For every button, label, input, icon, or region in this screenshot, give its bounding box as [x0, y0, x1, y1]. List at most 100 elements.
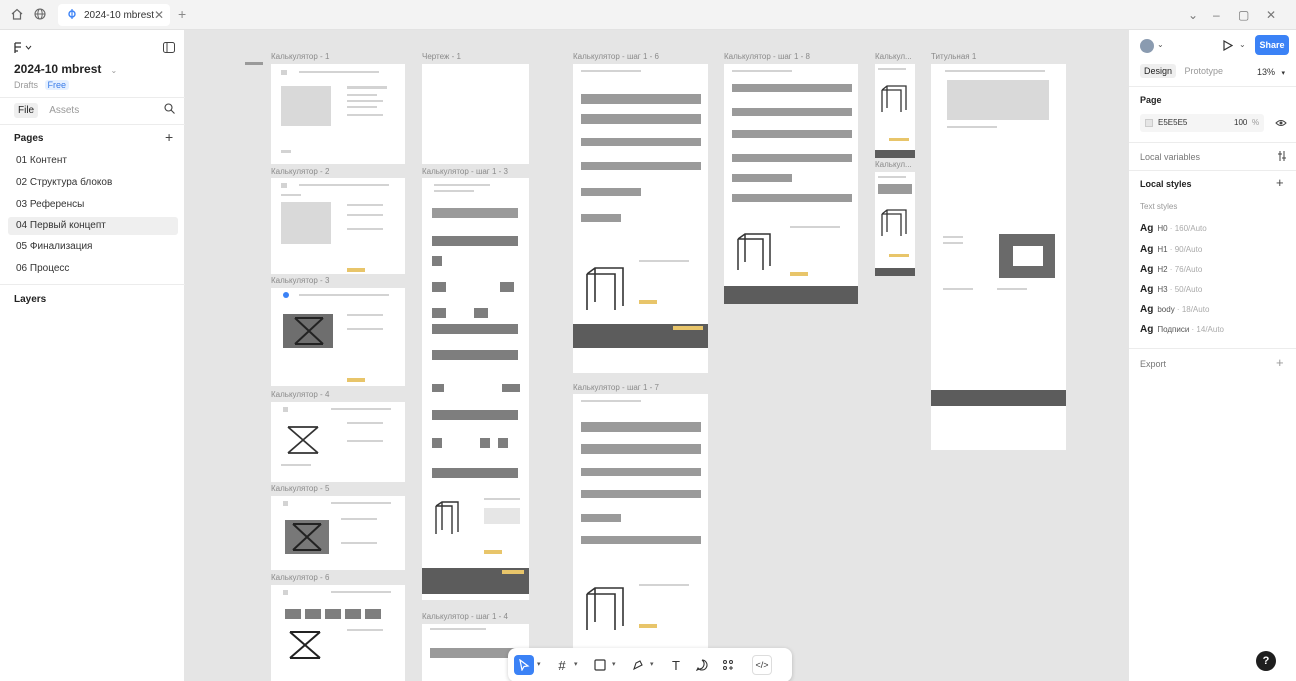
chevron-down-icon[interactable]: ⌄	[1239, 40, 1246, 49]
file-tab[interactable]: 2024-10 mbrest ✕	[58, 4, 170, 26]
tab-prototype[interactable]: Prototype	[1185, 66, 1224, 76]
shape-tool-icon[interactable]	[590, 655, 610, 675]
share-button[interactable]: Share	[1255, 35, 1289, 55]
minimize-icon[interactable]: –	[1213, 8, 1220, 22]
frame-label[interactable]: Калькулятор - 2	[271, 167, 329, 176]
text-style-item[interactable]: Ag H2 · 76/Auto	[1140, 264, 1202, 275]
pages-title: Pages	[14, 133, 44, 144]
page-item[interactable]: 06 Процесс	[8, 260, 178, 278]
frame-calc-6[interactable]	[271, 585, 405, 681]
page-color-value[interactable]: E5E5E5	[1158, 118, 1187, 127]
frame-calc-narrow-1[interactable]	[875, 64, 915, 158]
sliders-icon[interactable]	[1277, 150, 1287, 165]
frame-label[interactable]: Калькул...	[875, 160, 912, 169]
frame-label[interactable]: Калькулятор - шаг 1 - 3	[422, 167, 508, 176]
frame-calc-3[interactable]	[271, 288, 405, 386]
avatar[interactable]	[1140, 39, 1154, 53]
frame-calc-1[interactable]	[271, 64, 405, 164]
title-bar: 2024-10 mbrest ✕ + ⌄ – ▢ ✕	[0, 0, 1296, 30]
page-color-field[interactable]: E5E5E5 100 %	[1140, 114, 1264, 132]
zoom-select[interactable]: 13% ▾	[1257, 67, 1285, 77]
divider	[1129, 142, 1296, 143]
text-style-item[interactable]: Ag H0 · 160/Auto	[1140, 223, 1207, 234]
search-icon[interactable]	[164, 103, 175, 117]
close-window-icon[interactable]: ✕	[1266, 8, 1276, 22]
divider	[1129, 170, 1296, 171]
pen-tool-icon[interactable]	[628, 655, 648, 675]
actions-tool-icon[interactable]	[718, 655, 738, 675]
page-item[interactable]: 03 Референсы	[8, 196, 178, 214]
color-swatch[interactable]	[1145, 119, 1153, 127]
comment-tool-icon[interactable]	[692, 655, 712, 675]
chevron-down-icon[interactable]: ▾	[650, 660, 654, 668]
chevron-down-icon[interactable]: ▾	[612, 660, 616, 668]
tab-file[interactable]: File	[14, 103, 39, 118]
maximize-icon[interactable]: ▢	[1238, 8, 1249, 22]
sidebar-toggle-icon[interactable]	[163, 42, 175, 56]
chevron-down-icon[interactable]: ▾	[537, 660, 541, 668]
frame-label[interactable]: Калькул...	[875, 52, 912, 61]
home-icon[interactable]	[10, 7, 26, 23]
plan-badge: Free	[44, 80, 70, 90]
eye-icon[interactable]	[1275, 118, 1287, 130]
file-location[interactable]: Drafts	[14, 80, 38, 90]
text-style-item[interactable]: Ag H3 · 50/Auto	[1140, 284, 1202, 295]
page-item[interactable]: 02 Структура блоков	[8, 174, 178, 192]
text-style-item[interactable]: Ag Подписи · 14/Auto	[1140, 324, 1224, 335]
dev-mode-icon[interactable]: </>	[752, 655, 772, 675]
local-styles-title: Local styles	[1140, 179, 1192, 189]
frame-label[interactable]: Калькулятор - 6	[271, 573, 329, 582]
text-style-item[interactable]: Ag H1 · 90/Auto	[1140, 244, 1202, 255]
frame-label[interactable]: Калькулятор - шаг 1 - 4	[422, 612, 508, 621]
globe-icon[interactable]	[33, 7, 49, 23]
page-item[interactable]: 01 Контент	[8, 152, 178, 170]
add-style-icon[interactable]: +	[1276, 175, 1284, 190]
frame-label[interactable]: Калькулятор - 1	[271, 52, 329, 61]
frame-drawing-1[interactable]	[422, 64, 529, 164]
frame-calc-4[interactable]	[271, 402, 405, 482]
percent-sign: %	[1252, 118, 1260, 127]
text-tool-icon[interactable]: T	[666, 655, 686, 675]
frame-calc-step-1-6[interactable]	[573, 64, 708, 373]
page-item[interactable]: 05 Финализация	[8, 238, 178, 256]
help-button[interactable]: ?	[1256, 651, 1276, 671]
frame-calc-step-1-7[interactable]	[573, 394, 708, 681]
canvas[interactable]: Калькулятор - 1 Калькулятор - 2 Калькуля…	[185, 30, 1128, 681]
frame-label[interactable]: Калькулятор - 4	[271, 390, 329, 399]
tab-assets[interactable]: Assets	[49, 105, 79, 116]
frame-calc-narrow-2[interactable]	[875, 172, 915, 276]
chevron-down-icon[interactable]: ▾	[574, 660, 578, 668]
frame-title-1[interactable]	[931, 64, 1066, 450]
canvas-note	[245, 62, 263, 65]
file-name-row[interactable]: 2024-10 mbrest ⌄	[14, 62, 117, 76]
local-variables[interactable]: Local variables	[1140, 152, 1200, 162]
frame-label[interactable]: Титульная 1	[931, 52, 976, 61]
frame-label[interactable]: Калькулятор - 5	[271, 484, 329, 493]
page-item-active[interactable]: 04 Первый концепт	[8, 217, 178, 235]
tab-design[interactable]: Design	[1140, 64, 1177, 78]
move-tool-icon[interactable]	[514, 655, 534, 675]
text-style-item[interactable]: Ag body · 18/Auto	[1140, 304, 1209, 315]
play-icon[interactable]	[1223, 39, 1234, 54]
add-page-icon[interactable]: +	[165, 129, 173, 145]
main-menu-icon[interactable]	[14, 42, 34, 57]
frame-calc-2[interactable]	[271, 178, 405, 274]
chevron-down-icon[interactable]: ⌄	[1157, 40, 1164, 49]
chevron-down-icon: ⌄	[110, 66, 118, 75]
frame-label[interactable]: Калькулятор - шаг 1 - 6	[573, 52, 659, 61]
frame-label[interactable]: Чертеж - 1	[422, 52, 461, 61]
close-icon[interactable]: ✕	[154, 8, 164, 22]
frame-calc-step-1-8[interactable]	[724, 64, 858, 304]
bottom-toolbar: ▾ # ▾ ▾ ▾ T </>	[508, 648, 792, 681]
frame-calc-step-1-3[interactable]	[422, 178, 529, 600]
frame-calc-5[interactable]	[271, 496, 405, 570]
frame-tool-icon[interactable]: #	[552, 655, 572, 675]
page-opacity-value[interactable]: 100	[1234, 118, 1247, 127]
chevron-down-icon[interactable]: ⌄	[1188, 8, 1198, 22]
frame-label[interactable]: Калькулятор - 3	[271, 276, 329, 285]
export-title: Export	[1140, 359, 1167, 369]
add-export-icon[interactable]: +	[1276, 355, 1284, 370]
frame-label[interactable]: Калькулятор - шаг 1 - 8	[724, 52, 810, 61]
plus-icon[interactable]: +	[178, 6, 186, 22]
frame-label[interactable]: Калькулятор - шаг 1 - 7	[573, 383, 659, 392]
